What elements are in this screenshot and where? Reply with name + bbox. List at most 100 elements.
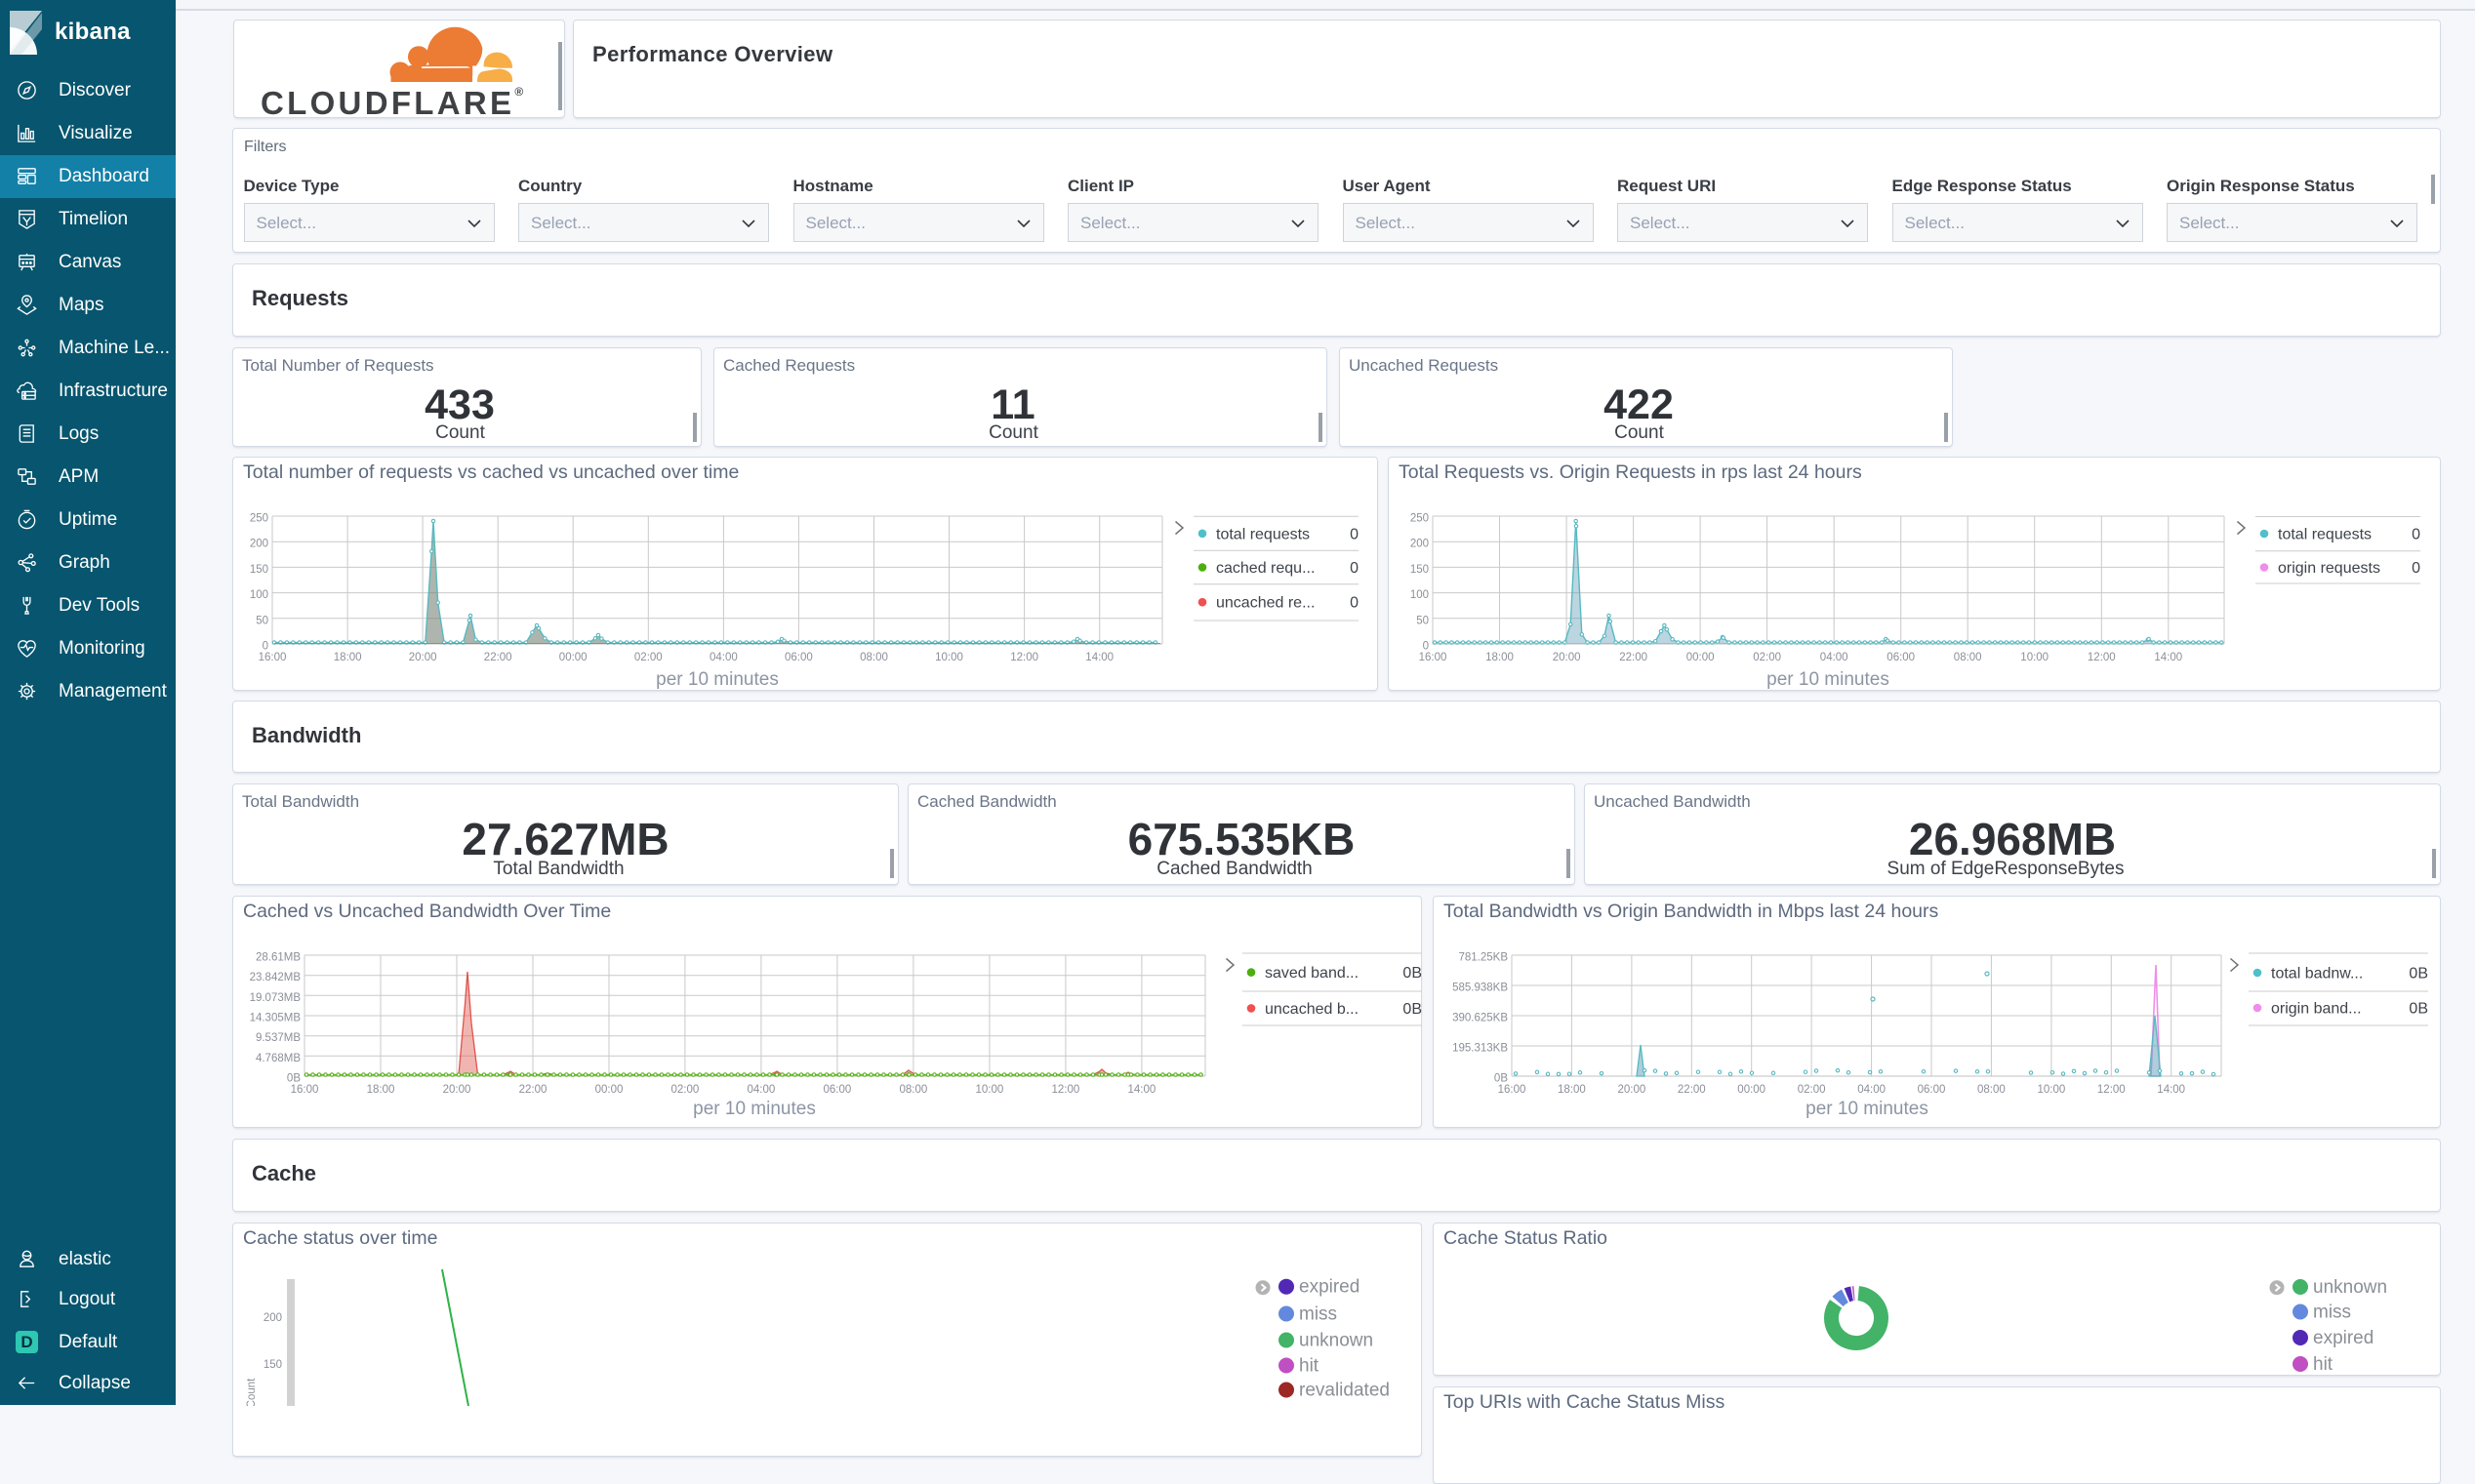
- svg-text:origin requests: origin requests: [2278, 560, 2380, 577]
- svg-text:195.313KB: 195.313KB: [1452, 1043, 1508, 1055]
- svg-text:02:00: 02:00: [671, 1084, 700, 1096]
- svg-text:0: 0: [1350, 526, 1359, 542]
- svg-text:14:00: 14:00: [2157, 1084, 2185, 1096]
- svg-text:08:00: 08:00: [1977, 1084, 2006, 1096]
- svg-text:00:00: 00:00: [1737, 1084, 1765, 1096]
- svg-text:781.25KB: 781.25KB: [1458, 952, 1508, 964]
- svg-text:50: 50: [256, 615, 268, 626]
- svg-text:0B: 0B: [1494, 1073, 1508, 1085]
- svg-text:saved band...: saved band...: [1265, 965, 1359, 982]
- svg-text:expired: expired: [1299, 1277, 1359, 1298]
- svg-text:150: 150: [250, 564, 268, 576]
- svg-text:0: 0: [2412, 560, 2420, 577]
- svg-text:20:00: 20:00: [1553, 652, 1581, 663]
- svg-text:0B: 0B: [2409, 966, 2428, 983]
- svg-text:04:00: 04:00: [748, 1084, 776, 1096]
- svg-text:390.625KB: 390.625KB: [1452, 1013, 1508, 1024]
- svg-text:miss: miss: [2313, 1303, 2351, 1323]
- svg-text:00:00: 00:00: [1686, 652, 1715, 663]
- svg-text:150: 150: [1410, 564, 1429, 576]
- svg-text:uncached b...: uncached b...: [1265, 1001, 1359, 1018]
- svg-text:02:00: 02:00: [1798, 1084, 1826, 1096]
- svg-text:200: 200: [264, 1312, 282, 1324]
- svg-text:250: 250: [1410, 513, 1429, 525]
- svg-text:0B: 0B: [1402, 965, 1422, 982]
- svg-text:14.305MB: 14.305MB: [250, 1013, 302, 1024]
- svg-text:10:00: 10:00: [2038, 1084, 2066, 1096]
- svg-text:12:00: 12:00: [1052, 1084, 1080, 1096]
- svg-text:16:00: 16:00: [1498, 1084, 1526, 1096]
- svg-text:10:00: 10:00: [2020, 652, 2049, 663]
- svg-text:08:00: 08:00: [1954, 652, 1982, 663]
- svg-text:9.537MB: 9.537MB: [256, 1032, 301, 1044]
- svg-text:16:00: 16:00: [291, 1084, 319, 1096]
- svg-text:0: 0: [2412, 527, 2420, 543]
- svg-text:10:00: 10:00: [976, 1084, 1004, 1096]
- svg-text:18:00: 18:00: [1485, 652, 1514, 663]
- svg-text:origin band...: origin band...: [2271, 1001, 2362, 1018]
- svg-text:22:00: 22:00: [484, 652, 512, 663]
- svg-text:04:00: 04:00: [1820, 652, 1848, 663]
- svg-text:18:00: 18:00: [367, 1084, 395, 1096]
- svg-text:total requests: total requests: [2278, 527, 2372, 543]
- svg-text:14:00: 14:00: [2154, 652, 2182, 663]
- svg-text:200: 200: [1410, 539, 1429, 550]
- svg-text:20:00: 20:00: [409, 652, 437, 663]
- svg-text:06:00: 06:00: [824, 1084, 852, 1096]
- svg-text:585.938KB: 585.938KB: [1452, 983, 1508, 994]
- svg-text:23.842MB: 23.842MB: [250, 972, 302, 983]
- svg-text:expired: expired: [2313, 1328, 2374, 1348]
- svg-text:19.073MB: 19.073MB: [250, 992, 302, 1004]
- svg-text:22:00: 22:00: [519, 1084, 548, 1096]
- svg-text:00:00: 00:00: [559, 652, 588, 663]
- svg-text:20:00: 20:00: [1618, 1084, 1646, 1096]
- svg-text:200: 200: [250, 539, 268, 550]
- svg-text:18:00: 18:00: [334, 652, 362, 663]
- svg-text:4.768MB: 4.768MB: [256, 1053, 301, 1064]
- svg-text:08:00: 08:00: [900, 1084, 928, 1096]
- svg-text:cached requ...: cached requ...: [1216, 560, 1315, 577]
- svg-text:22:00: 22:00: [1678, 1084, 1706, 1096]
- svg-text:08:00: 08:00: [860, 652, 888, 663]
- svg-text:06:00: 06:00: [1887, 652, 1915, 663]
- svg-text:02:00: 02:00: [1753, 652, 1781, 663]
- svg-text:28.61MB: 28.61MB: [256, 952, 301, 964]
- svg-text:12:00: 12:00: [1010, 652, 1038, 663]
- svg-text:revalidated: revalidated: [1299, 1381, 1390, 1401]
- svg-text:Count: Count: [246, 1378, 258, 1406]
- svg-text:0B: 0B: [1402, 1001, 1422, 1018]
- svg-text:14:00: 14:00: [1085, 652, 1114, 663]
- svg-text:100: 100: [250, 589, 268, 601]
- svg-text:12:00: 12:00: [2097, 1084, 2126, 1096]
- svg-text:unknown: unknown: [2313, 1277, 2387, 1298]
- svg-text:unknown: unknown: [1299, 1331, 1373, 1351]
- svg-text:100: 100: [1410, 589, 1429, 601]
- svg-text:18:00: 18:00: [1558, 1084, 1586, 1096]
- svg-text:10:00: 10:00: [935, 652, 963, 663]
- svg-text:20:00: 20:00: [443, 1084, 471, 1096]
- svg-text:miss: miss: [1299, 1304, 1337, 1325]
- svg-text:hit: hit: [2313, 1354, 2333, 1375]
- svg-text:hit: hit: [1299, 1356, 1319, 1377]
- svg-text:0: 0: [1350, 560, 1359, 577]
- svg-text:22:00: 22:00: [1619, 652, 1647, 663]
- svg-text:0B: 0B: [287, 1073, 301, 1085]
- svg-text:total requests: total requests: [1216, 526, 1310, 542]
- svg-text:06:00: 06:00: [785, 652, 813, 663]
- svg-text:total badnw...: total badnw...: [2271, 966, 2363, 983]
- svg-text:50: 50: [1416, 615, 1429, 626]
- svg-text:16:00: 16:00: [259, 652, 287, 663]
- svg-text:uncached re...: uncached re...: [1216, 595, 1315, 612]
- svg-text:04:00: 04:00: [1857, 1084, 1886, 1096]
- svg-text:00:00: 00:00: [595, 1084, 624, 1096]
- svg-text:0: 0: [263, 641, 268, 653]
- svg-text:0: 0: [1350, 595, 1359, 612]
- svg-text:0: 0: [1423, 641, 1429, 653]
- svg-text:0B: 0B: [2409, 1001, 2428, 1018]
- svg-text:16:00: 16:00: [1419, 652, 1447, 663]
- svg-text:150: 150: [264, 1359, 282, 1371]
- svg-text:06:00: 06:00: [1918, 1084, 1946, 1096]
- svg-text:12:00: 12:00: [2088, 652, 2116, 663]
- svg-text:04:00: 04:00: [710, 652, 738, 663]
- svg-text:02:00: 02:00: [634, 652, 663, 663]
